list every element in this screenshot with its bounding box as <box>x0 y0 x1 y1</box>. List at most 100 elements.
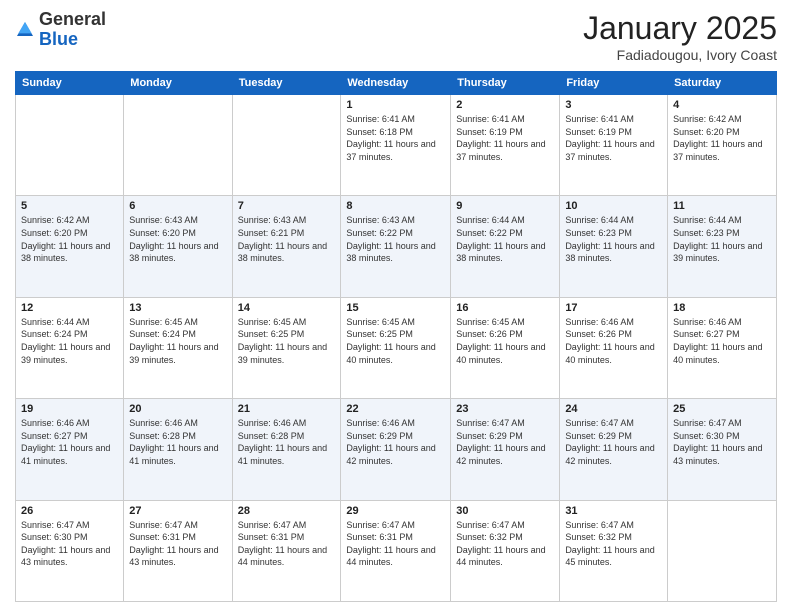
week-row-4: 26Sunrise: 6:47 AM Sunset: 6:30 PM Dayli… <box>16 500 777 601</box>
day-number: 20 <box>129 403 226 415</box>
day-cell: 27 Sunrise: 6:47 AM Sunset: 6:31 PM Dayli… <box>124 500 232 601</box>
week-row-3: 19 Sunrise: 6:46 AM Sunset: 6:27 PM Dayli… <box>16 399 777 500</box>
day-number: 16 <box>456 302 554 314</box>
weekday-header-monday: Monday <box>124 72 232 95</box>
day-number: 28 <box>238 505 336 517</box>
day-cell: 25 Sunrise: 6:47 AM Sunset: 6:30 PM Dayli… <box>668 399 777 500</box>
header: General Blue January 2025 Fadiadougou, I… <box>15 10 777 63</box>
day-info: Sunrise: 6:44 AM Sunset: 6:23 PM Dayligh… <box>673 214 771 264</box>
day-number: 6 <box>129 200 226 212</box>
day-info: Sunrise: 6:47 AM Sunset: 6:31 PM Dayligh… <box>238 519 336 569</box>
weekday-header-sunday: Sunday <box>16 72 124 95</box>
day-info: Sunrise: 6:46 AM Sunset: 6:27 PM Dayligh… <box>673 316 771 366</box>
day-number: 25 <box>673 403 771 415</box>
day-info: Sunrise: 6:43 AM Sunset: 6:20 PM Dayligh… <box>129 214 226 264</box>
page: General Blue January 2025 Fadiadougou, I… <box>0 0 792 612</box>
day-info: Sunrise: 6:47 AM Sunset: 6:29 PM Dayligh… <box>456 417 554 467</box>
day-number: 17 <box>565 302 662 314</box>
day-cell: 24 Sunrise: 6:47 AM Sunset: 6:29 PM Dayli… <box>560 399 668 500</box>
month-title: January 2025 <box>583 10 777 47</box>
day-info: Sunrise: 6:42 AM Sunset: 6:20 PM Dayligh… <box>21 214 118 264</box>
day-cell: 1 Sunrise: 6:41 AM Sunset: 6:18 PM Daylig… <box>341 95 451 196</box>
day-number: 9 <box>456 200 554 212</box>
day-info: Sunrise: 6:44 AM Sunset: 6:24 PM Dayligh… <box>21 316 118 366</box>
logo-general: General <box>39 10 106 30</box>
day-number: 26 <box>21 505 118 517</box>
day-number: 1 <box>346 99 445 111</box>
day-info: Sunrise: 6:47 AM Sunset: 6:32 PM Dayligh… <box>456 519 554 569</box>
day-number: 23 <box>456 403 554 415</box>
day-cell: 21Sunrise: 6:46 AM Sunset: 6:28 PM Dayli… <box>232 399 341 500</box>
day-cell: 29Sunrise: 6:47 AM Sunset: 6:31 PM Dayli… <box>341 500 451 601</box>
day-cell: 17 Sunrise: 6:46 AM Sunset: 6:26 PM Dayli… <box>560 297 668 398</box>
day-info: Sunrise: 6:45 AM Sunset: 6:25 PM Dayligh… <box>346 316 445 366</box>
weekday-header-row: SundayMondayTuesdayWednesdayThursdayFrid… <box>16 72 777 95</box>
day-info: Sunrise: 6:47 AM Sunset: 6:29 PM Dayligh… <box>565 417 662 467</box>
day-cell: 5 Sunrise: 6:42 AM Sunset: 6:20 PM Daylig… <box>16 196 124 297</box>
day-number: 4 <box>673 99 771 111</box>
day-cell: 8 Sunrise: 6:43 AM Sunset: 6:22 PM Daylig… <box>341 196 451 297</box>
day-info: Sunrise: 6:47 AM Sunset: 6:31 PM Dayligh… <box>129 519 226 569</box>
day-cell: 6 Sunrise: 6:43 AM Sunset: 6:20 PM Daylig… <box>124 196 232 297</box>
day-number: 19 <box>21 403 118 415</box>
calendar-table: SundayMondayTuesdayWednesdayThursdayFrid… <box>15 71 777 602</box>
day-number: 5 <box>21 200 118 212</box>
day-number: 8 <box>346 200 445 212</box>
day-number: 31 <box>565 505 662 517</box>
day-info: Sunrise: 6:43 AM Sunset: 6:22 PM Dayligh… <box>346 214 445 264</box>
day-info: Sunrise: 6:45 AM Sunset: 6:26 PM Dayligh… <box>456 316 554 366</box>
day-info: Sunrise: 6:46 AM Sunset: 6:29 PM Dayligh… <box>346 417 445 467</box>
day-number: 7 <box>238 200 336 212</box>
weekday-header-saturday: Saturday <box>668 72 777 95</box>
weekday-header-wednesday: Wednesday <box>341 72 451 95</box>
day-cell: 30Sunrise: 6:47 AM Sunset: 6:32 PM Dayli… <box>451 500 560 601</box>
day-number: 2 <box>456 99 554 111</box>
week-row-0: 1 Sunrise: 6:41 AM Sunset: 6:18 PM Daylig… <box>16 95 777 196</box>
day-number: 21 <box>238 403 336 415</box>
day-cell: 2Sunrise: 6:41 AM Sunset: 6:19 PM Daylig… <box>451 95 560 196</box>
day-cell: 7 Sunrise: 6:43 AM Sunset: 6:21 PM Daylig… <box>232 196 341 297</box>
day-info: Sunrise: 6:41 AM Sunset: 6:18 PM Dayligh… <box>346 113 445 163</box>
day-number: 3 <box>565 99 662 111</box>
logo: General Blue <box>15 10 106 50</box>
day-info: Sunrise: 6:47 AM Sunset: 6:30 PM Dayligh… <box>673 417 771 467</box>
day-cell: 3 Sunrise: 6:41 AM Sunset: 6:19 PM Daylig… <box>560 95 668 196</box>
day-info: Sunrise: 6:46 AM Sunset: 6:28 PM Dayligh… <box>129 417 226 467</box>
day-cell: 10 Sunrise: 6:44 AM Sunset: 6:23 PM Dayli… <box>560 196 668 297</box>
day-info: Sunrise: 6:45 AM Sunset: 6:25 PM Dayligh… <box>238 316 336 366</box>
day-info: Sunrise: 6:41 AM Sunset: 6:19 PM Dayligh… <box>565 113 662 163</box>
day-number: 12 <box>21 302 118 314</box>
subtitle: Fadiadougou, Ivory Coast <box>583 47 777 63</box>
day-cell: 28 Sunrise: 6:47 AM Sunset: 6:31 PM Dayli… <box>232 500 341 601</box>
week-row-1: 5 Sunrise: 6:42 AM Sunset: 6:20 PM Daylig… <box>16 196 777 297</box>
day-info: Sunrise: 6:43 AM Sunset: 6:21 PM Dayligh… <box>238 214 336 264</box>
day-cell: 26Sunrise: 6:47 AM Sunset: 6:30 PM Dayli… <box>16 500 124 601</box>
day-number: 22 <box>346 403 445 415</box>
day-info: Sunrise: 6:46 AM Sunset: 6:26 PM Dayligh… <box>565 316 662 366</box>
day-number: 24 <box>565 403 662 415</box>
day-cell <box>124 95 232 196</box>
day-cell: 9 Sunrise: 6:44 AM Sunset: 6:22 PM Daylig… <box>451 196 560 297</box>
title-area: January 2025 Fadiadougou, Ivory Coast <box>583 10 777 63</box>
day-cell <box>668 500 777 601</box>
logo-icon <box>15 20 35 40</box>
day-cell: 20 Sunrise: 6:46 AM Sunset: 6:28 PM Dayli… <box>124 399 232 500</box>
day-cell: 16 Sunrise: 6:45 AM Sunset: 6:26 PM Dayli… <box>451 297 560 398</box>
day-info: Sunrise: 6:44 AM Sunset: 6:22 PM Dayligh… <box>456 214 554 264</box>
day-number: 18 <box>673 302 771 314</box>
day-cell: 31 Sunrise: 6:47 AM Sunset: 6:32 PM Dayli… <box>560 500 668 601</box>
day-cell: 18 Sunrise: 6:46 AM Sunset: 6:27 PM Dayli… <box>668 297 777 398</box>
weekday-header-thursday: Thursday <box>451 72 560 95</box>
day-cell: 12 Sunrise: 6:44 AM Sunset: 6:24 PM Dayli… <box>16 297 124 398</box>
day-number: 14 <box>238 302 336 314</box>
day-number: 27 <box>129 505 226 517</box>
day-cell <box>16 95 124 196</box>
day-info: Sunrise: 6:47 AM Sunset: 6:32 PM Dayligh… <box>565 519 662 569</box>
day-info: Sunrise: 6:46 AM Sunset: 6:27 PM Dayligh… <box>21 417 118 467</box>
day-number: 15 <box>346 302 445 314</box>
day-info: Sunrise: 6:44 AM Sunset: 6:23 PM Dayligh… <box>565 214 662 264</box>
day-number: 10 <box>565 200 662 212</box>
weekday-header-friday: Friday <box>560 72 668 95</box>
day-cell: 15 Sunrise: 6:45 AM Sunset: 6:25 PM Dayli… <box>341 297 451 398</box>
day-cell: 19 Sunrise: 6:46 AM Sunset: 6:27 PM Dayli… <box>16 399 124 500</box>
